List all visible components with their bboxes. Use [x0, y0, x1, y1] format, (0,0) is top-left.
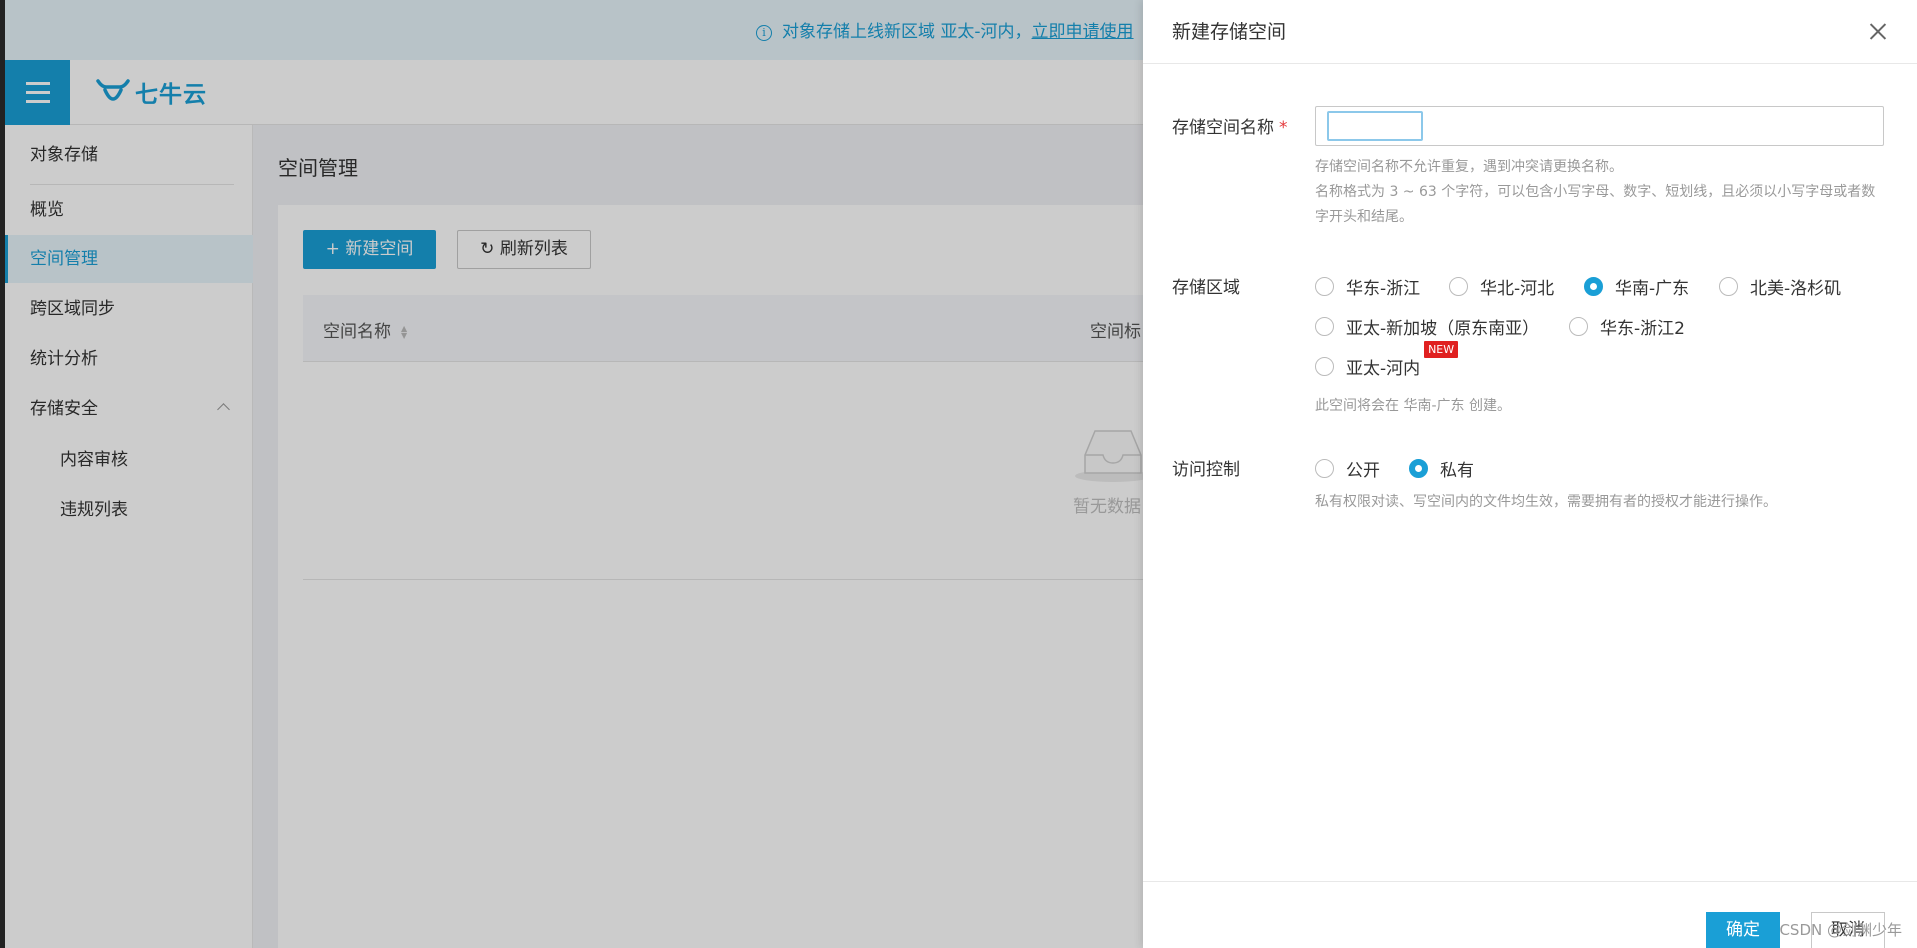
region-radio-ap-singapore[interactable]: 亚太-新加坡（原东南亚）: [1315, 314, 1539, 339]
input-focus-ring: [1327, 111, 1423, 141]
bucket-name-input[interactable]: [1315, 106, 1884, 146]
access-radio-public[interactable]: 公开: [1315, 456, 1380, 481]
access-radio-private[interactable]: 私有: [1409, 456, 1474, 481]
close-icon[interactable]: [1867, 20, 1889, 42]
bucket-name-hint-2: 名称格式为 3 ~ 63 个字符，可以包含小写字母、数字、短划线，且必须以小写字…: [1315, 184, 1876, 225]
region-radio-ap-hanoi[interactable]: 亚太-河内 NEW: [1315, 341, 1459, 379]
access-hint: 私有权限对读、写空间内的文件均生效，需要拥有者的授权才能进行操作。: [1315, 494, 1777, 510]
drawer-header: 新建存储空间: [1143, 0, 1917, 64]
radio-dot-checked: [1409, 459, 1428, 478]
radio-dot: [1315, 317, 1334, 336]
confirm-button[interactable]: 确定: [1706, 912, 1780, 948]
bucket-name-hint-1: 存储空间名称不允许重复，遇到冲突请更换名称。: [1315, 159, 1623, 175]
region-hint: 此空间将会在 华南-广东 创建。: [1315, 398, 1511, 414]
radio-dot: [1569, 317, 1588, 336]
drawer-title: 新建存储空间: [1172, 21, 1287, 43]
access-control-label: 访问控制: [1172, 460, 1240, 480]
region-radio-north-hebei[interactable]: 华北-河北: [1449, 274, 1554, 299]
radio-dot: [1315, 277, 1334, 296]
region-radio-south-guangdong[interactable]: 华南-广东: [1584, 274, 1689, 299]
radio-dot-checked: [1584, 277, 1603, 296]
modal-overlay[interactable]: [0, 0, 1143, 948]
region-radio-na-los-angeles[interactable]: 北美-洛杉矶: [1719, 274, 1841, 299]
bucket-name-label: 存储空间名称 *: [1172, 118, 1288, 138]
radio-dot: [1449, 277, 1468, 296]
region-radio-east-zhejiang[interactable]: 华东-浙江: [1315, 274, 1420, 299]
new-badge: NEW: [1424, 341, 1459, 358]
csdn-watermark: CSDN @剑渊少年: [1779, 921, 1902, 939]
radio-dot: [1315, 459, 1334, 478]
create-bucket-drawer: 新建存储空间 存储空间名称 * 存储空间名称不允许重复，遇到冲突请更换名称。 名称…: [1143, 0, 1917, 948]
region-radio-east-zhejiang2[interactable]: 华东-浙江2: [1569, 314, 1685, 339]
required-mark: *: [1279, 118, 1288, 138]
region-label: 存储区域: [1172, 278, 1240, 298]
radio-dot: [1315, 357, 1334, 376]
radio-dot: [1719, 277, 1738, 296]
